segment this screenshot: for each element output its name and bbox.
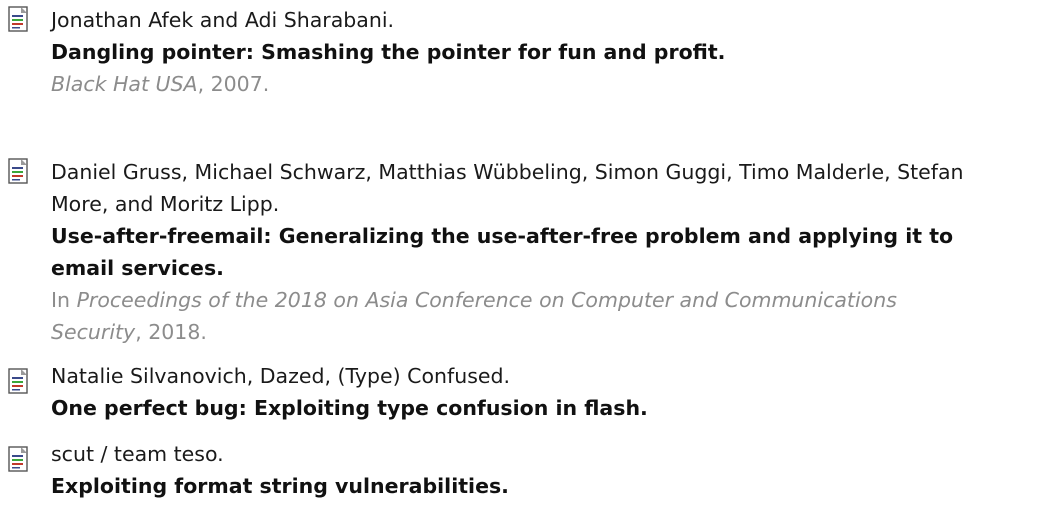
venue-year: , 2018. (135, 320, 207, 344)
venue-year: , 2007. (197, 72, 270, 96)
document-icon (8, 6, 28, 32)
reference-title: Dangling pointer: Smashing the pointer f… (51, 40, 726, 64)
reference-venue-line-1: In Proceedings of the 2018 on Asia Confe… (51, 284, 1060, 316)
venue-name-line-2: Security (51, 320, 136, 344)
venue-name: Black Hat USA (51, 72, 198, 96)
reference-authors: Natalie Silvanovich, Dazed, (Type) Confu… (51, 364, 511, 388)
document-icon (8, 446, 28, 472)
reference-authors: scut / team teso. (51, 442, 224, 466)
reference-venue: Black Hat USA, 2007. (51, 68, 1060, 100)
reference-title: Exploiting format string vulnerabilities… (51, 474, 509, 498)
reference-venue-line-2: Security, 2018. (51, 316, 1060, 348)
reference-authors: Jonathan Afek and Adi Sharabani. (51, 8, 395, 32)
reference-title: One perfect bug: Exploiting type confusi… (51, 396, 648, 420)
reference-title-line-2: email services. (51, 256, 224, 280)
document-icon (8, 368, 28, 394)
reference-title-line-1: Use-after-freemail: Generalizing the use… (51, 224, 954, 248)
reference-authors-line-2: More, and Moritz Lipp. (51, 192, 280, 216)
reference-authors-line-1: Daniel Gruss, Michael Schwarz, Matthias … (51, 160, 964, 184)
venue-prefix: In (51, 288, 77, 312)
document-icon (8, 158, 28, 184)
venue-name-line-1: Proceedings of the 2018 on Asia Conferen… (76, 288, 897, 312)
